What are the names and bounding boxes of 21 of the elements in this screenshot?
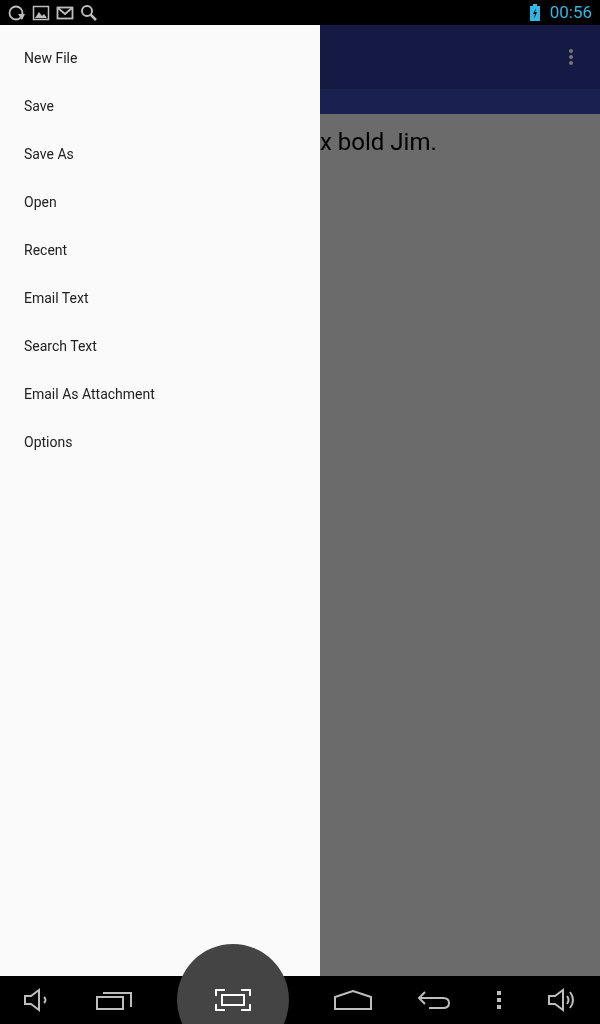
drawer-item[interactable]: Save As xyxy=(0,130,320,178)
drawer-item[interactable]: Recent xyxy=(0,226,320,274)
home-icon[interactable] xyxy=(334,990,372,1010)
drawer-item[interactable]: Email Text xyxy=(0,274,320,322)
drawer-item[interactable]: Email As Attachment xyxy=(0,370,320,418)
menu-icon[interactable] xyxy=(496,990,503,1010)
drawer-item[interactable]: Options xyxy=(0,418,320,466)
overflow-menu-icon[interactable] xyxy=(568,48,574,66)
screenshot-icon xyxy=(214,989,251,1011)
search-icon xyxy=(80,3,98,22)
drawer-item[interactable]: Search Text xyxy=(0,322,320,370)
image-icon xyxy=(32,3,50,22)
clock: 00:56 xyxy=(549,0,592,24)
back-icon[interactable] xyxy=(417,990,452,1010)
recent-apps-icon[interactable] xyxy=(95,989,132,1011)
notification-icon xyxy=(8,3,26,22)
document-text: x bold Jim. xyxy=(320,127,438,158)
drawer-item[interactable]: New File xyxy=(0,34,320,82)
drawer-item[interactable]: Save xyxy=(0,82,320,130)
drawer-item[interactable]: Open xyxy=(0,178,320,226)
battery-charging-icon xyxy=(529,4,540,21)
